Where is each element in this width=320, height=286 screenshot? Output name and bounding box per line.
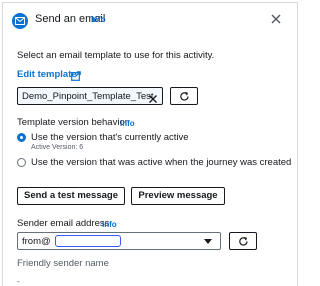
selected-template-name: Demo_Pinpoint_Template_Test [22, 91, 154, 102]
radio-journey-created-version-label[interactable]: Use the version that was active when the… [31, 157, 291, 168]
version-behavior-info-link[interactable]: Info [120, 119, 135, 128]
refresh-icon [180, 92, 189, 101]
sender-email-label: Sender email address [17, 218, 110, 229]
selected-template-token: Demo_Pinpoint_Template_Test [17, 87, 163, 105]
title-info-link[interactable]: Info [91, 15, 106, 24]
friendly-sender-label: Friendly sender name [17, 258, 109, 269]
remove-token-icon[interactable] [148, 91, 158, 103]
sender-email-value: from@ [22, 236, 51, 247]
chevron-down-icon [204, 239, 212, 244]
external-link-icon[interactable] [71, 68, 81, 81]
sender-email-select[interactable]: from@ [17, 232, 221, 250]
edit-template-link[interactable]: Edit template [17, 69, 77, 80]
mail-icon [12, 13, 28, 29]
radio-active-version-label[interactable]: Use the version that's currently active [31, 132, 189, 143]
sender-email-info-link[interactable]: Info [102, 220, 117, 229]
close-icon[interactable] [268, 11, 284, 27]
refresh-icon [239, 237, 248, 246]
refresh-templates-button[interactable] [170, 87, 198, 105]
preview-message-button[interactable]: Preview message [131, 187, 225, 205]
send-test-message-button[interactable]: Send a test message [17, 187, 125, 205]
version-behavior-label: Template version behavior [17, 117, 128, 128]
radio-journey-created-version[interactable] [17, 158, 26, 167]
template-description: Select an email template to use for this… [17, 50, 215, 61]
redacted-email-box [55, 235, 121, 247]
send-email-panel: Send an email Info Select an email templ… [2, 2, 298, 286]
refresh-sender-button[interactable] [229, 232, 257, 250]
active-version-note: Active Version: 6 [31, 144, 84, 151]
friendly-sender-value: - [17, 277, 20, 286]
radio-active-version[interactable] [17, 133, 26, 142]
panel-header: Send an email Info [3, 3, 297, 37]
